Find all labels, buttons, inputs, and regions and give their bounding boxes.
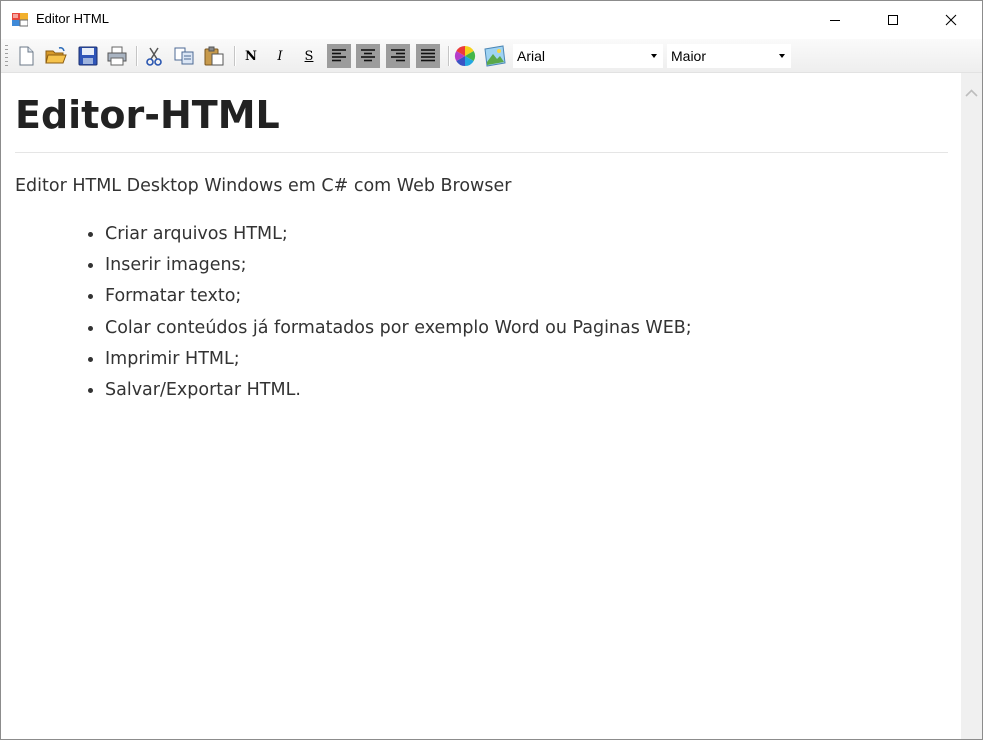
insert-image-icon <box>484 45 506 67</box>
color-button[interactable] <box>453 44 477 68</box>
toolbar-separator <box>136 46 138 66</box>
align-center-icon <box>361 49 375 62</box>
heading-divider <box>15 152 948 153</box>
open-folder-icon <box>45 47 67 64</box>
maximize-icon <box>888 15 898 25</box>
paste-button[interactable] <box>202 44 226 68</box>
app-window: Editor HTML N I S Arial Maior Editor-HTM… <box>0 0 983 740</box>
align-center-button[interactable] <box>356 44 380 68</box>
list-item: Imprimir HTML; <box>88 346 692 377</box>
minimize-icon <box>830 20 840 21</box>
align-right-button[interactable] <box>386 44 410 68</box>
toolbar-separator <box>234 46 236 66</box>
font-size-value: Maior <box>671 48 707 64</box>
font-family-select[interactable]: Arial <box>513 44 663 68</box>
chevron-down-icon <box>779 54 785 58</box>
minimize-button[interactable] <box>806 1 864 39</box>
align-left-button[interactable] <box>327 44 351 68</box>
bold-button[interactable]: N <box>239 44 263 68</box>
maximize-button[interactable] <box>864 1 922 39</box>
align-justify-icon <box>421 49 435 62</box>
align-left-icon <box>332 49 346 62</box>
underline-label: S <box>304 48 314 64</box>
cut-button[interactable] <box>142 44 166 68</box>
printer-icon <box>107 46 127 66</box>
chevron-down-icon <box>651 54 657 58</box>
bold-label: N <box>245 48 257 64</box>
toolbar-grip[interactable] <box>5 45 8 67</box>
scroll-up-button[interactable] <box>964 87 979 99</box>
feature-list: Criar arquivos HTML; Inserir imagens; Fo… <box>88 221 692 408</box>
font-family-value: Arial <box>517 48 546 64</box>
document-paragraph: Editor HTML Desktop Windows em C# com We… <box>15 176 512 196</box>
window-title: Editor HTML <box>36 11 109 26</box>
toolbar-separator <box>448 46 450 66</box>
close-button[interactable] <box>922 1 980 39</box>
document-heading: Editor-HTML <box>15 93 280 137</box>
list-item: Criar arquivos HTML; <box>88 221 692 252</box>
paste-clipboard-icon <box>204 46 224 66</box>
toolbar: N I S Arial Maior <box>1 39 982 73</box>
underline-button[interactable]: S <box>297 44 321 68</box>
list-item: Inserir imagens; <box>88 252 692 283</box>
app-window-icon <box>12 11 29 27</box>
list-item: Salvar/Exportar HTML. <box>88 377 692 408</box>
chevron-up-icon <box>965 89 978 97</box>
close-icon <box>945 14 957 26</box>
new-document-button[interactable] <box>14 44 38 68</box>
align-right-icon <box>391 49 405 62</box>
font-size-select[interactable]: Maior <box>667 44 791 68</box>
editor-area[interactable]: Editor-HTML Editor HTML Desktop Windows … <box>1 73 961 739</box>
title-bar[interactable]: Editor HTML <box>1 1 982 39</box>
save-floppy-icon <box>78 46 98 66</box>
copy-icon <box>174 47 194 65</box>
vertical-scrollbar[interactable] <box>961 73 982 739</box>
italic-label: I <box>277 48 283 64</box>
save-button[interactable] <box>76 44 100 68</box>
scissors-icon <box>146 47 162 66</box>
open-folder-button[interactable] <box>44 44 68 68</box>
list-item: Colar conteúdos já formatados por exempl… <box>88 315 692 346</box>
italic-button[interactable]: I <box>268 44 292 68</box>
print-button[interactable] <box>105 44 129 68</box>
color-wheel-icon <box>454 45 476 67</box>
new-document-icon <box>19 46 34 66</box>
insert-image-button[interactable] <box>483 44 507 68</box>
list-item: Formatar texto; <box>88 283 692 314</box>
copy-button[interactable] <box>172 44 196 68</box>
justify-button[interactable] <box>416 44 440 68</box>
